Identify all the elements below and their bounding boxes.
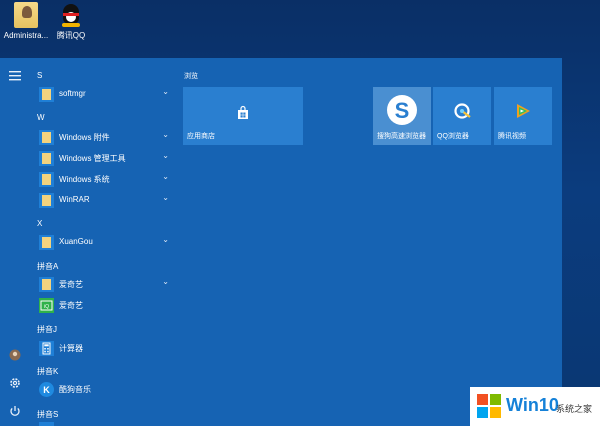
- app-list: S softmgr ⌄ W Windows 附件 ⌄ Windows 管理工具 …: [32, 58, 174, 426]
- list-item[interactable]: XuanGou ⌄: [35, 233, 175, 251]
- store-bag-icon: [235, 105, 251, 126]
- section-header-s[interactable]: S: [37, 71, 42, 80]
- folder-icon: [39, 193, 54, 208]
- chevron-down-icon: ⌄: [162, 172, 169, 181]
- section-header-a[interactable]: 拼音A: [37, 261, 58, 272]
- list-item[interactable]: iQ 爱奇艺: [35, 296, 175, 314]
- gear-icon[interactable]: [7, 377, 23, 391]
- sogou-browser-icon: S: [385, 93, 419, 132]
- section-header-x[interactable]: X: [37, 219, 42, 228]
- chevron-down-icon: ⌄: [162, 193, 169, 202]
- hamburger-icon[interactable]: [7, 70, 23, 84]
- calculator-icon: [39, 341, 54, 356]
- desktop-icon-qq[interactable]: 腾讯QQ: [45, 2, 97, 41]
- section-header-k[interactable]: 拼音K: [37, 366, 58, 377]
- svg-text:iQ: iQ: [44, 304, 49, 310]
- section-header-w[interactable]: W: [37, 113, 45, 122]
- chevron-down-icon: ⌄: [162, 130, 169, 139]
- folder-icon: [39, 172, 54, 187]
- start-menu: S softmgr ⌄ W Windows 附件 ⌄ Windows 管理工具 …: [0, 58, 562, 426]
- desktop-icon-label: Administra...: [3, 31, 49, 40]
- power-icon[interactable]: [7, 405, 23, 419]
- windows-logo-icon: [476, 393, 502, 419]
- list-item[interactable]: Windows 附件 ⌄: [35, 128, 175, 146]
- chevron-down-icon: ⌄: [162, 235, 169, 244]
- svg-text:S: S: [395, 98, 410, 123]
- win10-watermark: Win10 系统之家: [470, 387, 600, 426]
- tile-qq-browser[interactable]: QQ浏览器: [433, 87, 491, 145]
- user-folder-icon: [14, 2, 38, 28]
- list-item[interactable]: Windows 系统 ⌄: [35, 170, 175, 188]
- watermark-brand: Win10: [506, 395, 559, 415]
- iqiyi-icon: iQ: [39, 298, 54, 313]
- list-item[interactable]: softmgr ⌄: [35, 85, 175, 103]
- tile-tencent-video[interactable]: 腾讯视频: [494, 87, 552, 145]
- chevron-down-icon: ⌄: [162, 87, 169, 96]
- tile-store[interactable]: 应用商店: [183, 87, 303, 145]
- watermark-site: 系统之家: [556, 404, 593, 414]
- list-item[interactable]: [35, 420, 175, 426]
- tile-sogou-browser[interactable]: S 搜狗高速浏览器: [373, 87, 431, 145]
- folder-icon: [39, 151, 54, 166]
- folder-icon: [39, 130, 54, 145]
- list-item[interactable]: 爱奇艺 ⌄: [35, 275, 175, 293]
- tencent-video-icon: [514, 102, 532, 125]
- tile-group-label[interactable]: 浏览: [184, 71, 198, 81]
- kugou-music-icon: K: [39, 382, 54, 397]
- qq-penguin-icon: [60, 2, 82, 28]
- avatar-icon[interactable]: [7, 349, 23, 363]
- desktop-icon-label: 腾讯QQ: [56, 31, 86, 40]
- folder-icon: [39, 277, 54, 292]
- list-item[interactable]: WinRAR ⌄: [35, 191, 175, 209]
- svg-text:K: K: [43, 385, 50, 395]
- qq-browser-icon: [453, 102, 471, 125]
- folder-icon: [39, 87, 54, 102]
- section-header-j[interactable]: 拼音J: [37, 324, 57, 335]
- chevron-down-icon: ⌄: [162, 151, 169, 160]
- folder-icon: [39, 235, 54, 250]
- chevron-down-icon: ⌄: [162, 277, 169, 286]
- section-header-s2[interactable]: 拼音S: [37, 409, 58, 420]
- list-item[interactable]: Windows 管理工具 ⌄: [35, 149, 175, 167]
- list-item[interactable]: K 酷狗音乐: [35, 380, 175, 398]
- start-rail: [0, 58, 30, 426]
- list-item[interactable]: 计算器: [35, 339, 175, 357]
- app-icon: [39, 422, 54, 426]
